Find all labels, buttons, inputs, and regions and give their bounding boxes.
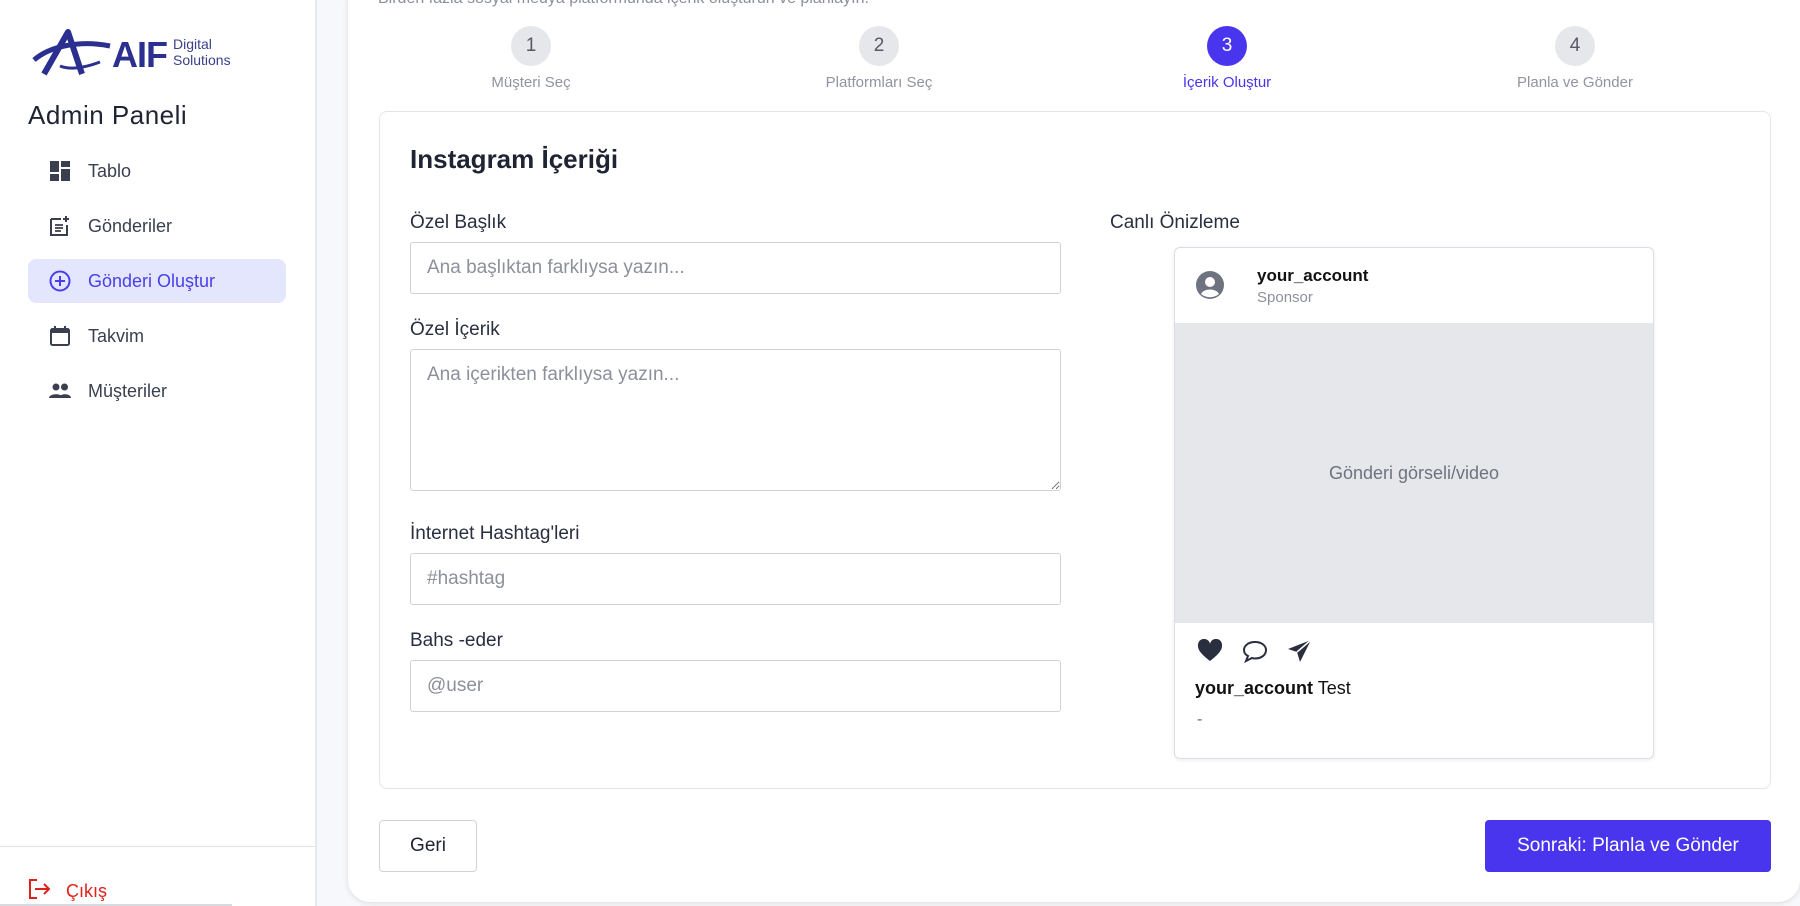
step-3[interactable]: 3 İçerik Oluştur: [1127, 26, 1327, 91]
sidebar-item-posts[interactable]: Gönderiler: [28, 204, 286, 248]
section-title: Instagram İçeriği: [410, 144, 619, 174]
custom-title-input[interactable]: [410, 242, 1061, 294]
sidebar: AIF Digital Solutions Admin Paneli Tablo…: [0, 0, 317, 906]
step-label: İçerik Oluştur: [1182, 74, 1272, 91]
hashtags-input[interactable]: [410, 553, 1061, 605]
plus-circle-icon: [48, 269, 72, 293]
sidebar-divider: [0, 846, 317, 847]
brand-subtitle-line2: Solutions: [173, 52, 231, 68]
sidebar-item-customers[interactable]: Müşteriler: [28, 369, 286, 413]
step-2[interactable]: 2 Platformları Seç: [779, 26, 979, 91]
preview-title: Canlı Önizleme: [1110, 212, 1240, 233]
step-1[interactable]: 1 Müşteri Seç: [431, 26, 631, 91]
post-add-icon: [48, 214, 72, 238]
preview-actions: [1195, 636, 1330, 666]
calendar-icon: [48, 324, 72, 348]
people-icon: [48, 379, 72, 403]
heart-icon: [1195, 636, 1225, 666]
sidebar-nav: Tablo Gönderiler Gönderi Oluştur Takvim …: [28, 149, 286, 424]
brand-logo[interactable]: AIF Digital Solutions: [30, 26, 240, 78]
brand-subtitle: Digital Solutions: [173, 36, 231, 68]
mentions-label: Bahs -eder: [410, 630, 503, 651]
sidebar-item-label: Gönderi Oluştur: [88, 270, 216, 291]
preview-sponsor-label: Sponsor: [1257, 289, 1313, 306]
dashboard-icon: [48, 159, 72, 183]
hashtags-label: İnternet Hashtag'leri: [410, 523, 580, 544]
sidebar-item-create-post[interactable]: Gönderi Oluştur: [28, 259, 286, 303]
back-button[interactable]: Geri: [379, 820, 477, 872]
instagram-preview-card: your_account Sponsor Gönderi görseli/vid…: [1174, 247, 1654, 759]
preview-extra-text: -: [1197, 711, 1203, 728]
mentions-input[interactable]: [410, 660, 1061, 712]
logout-icon: [28, 878, 52, 905]
sidebar-item-label: Gönderiler: [88, 215, 173, 236]
stepper: 1 Müşteri Seç 2 Platformları Seç 3 İçeri…: [378, 26, 1770, 96]
send-icon: [1285, 636, 1315, 666]
step-4[interactable]: 4 Planla ve Gönder: [1475, 26, 1675, 91]
step-number: 1: [511, 26, 551, 66]
avatar-icon: [1196, 271, 1224, 299]
step-number: 4: [1555, 26, 1595, 66]
logout-label: Çıkış: [66, 881, 108, 901]
sidebar-item-label: Takvim: [88, 325, 145, 346]
sidebar-item-calendar[interactable]: Takvim: [28, 314, 286, 358]
preview-media-placeholder: Gönderi görseli/video: [1175, 323, 1653, 623]
brand-name: AIF: [112, 34, 168, 75]
comment-icon: [1240, 636, 1270, 666]
preview-username: your_account: [1257, 266, 1369, 285]
custom-title-label: Özel Başlık: [410, 212, 507, 233]
caption-text: Test: [1317, 678, 1351, 698]
brand-subtitle-line1: Digital: [173, 36, 212, 52]
page-intro-text: Birden fazla sosyal medya platformunda i…: [378, 0, 869, 8]
custom-content-textarea[interactable]: [410, 349, 1061, 491]
sidebar-item-dashboard[interactable]: Tablo: [28, 149, 286, 193]
caption-username: your_account: [1195, 678, 1314, 698]
logo-swoosh-icon: [32, 29, 111, 76]
media-placeholder-text: Gönderi görseli/video: [1328, 462, 1500, 483]
preview-caption: your_account Test: [1195, 678, 1351, 699]
step-label: Planla ve Gönder: [1517, 74, 1633, 91]
custom-content-label: Özel İçerik: [410, 319, 500, 340]
logout-button[interactable]: Çıkış: [28, 878, 107, 905]
step-number: 3: [1207, 26, 1247, 66]
content-form-card: Instagram İçeriği Özel Başlık Özel İçeri…: [379, 111, 1771, 789]
step-number: 2: [859, 26, 899, 66]
sidebar-item-label: Tablo: [88, 160, 132, 181]
panel-title: Admin Paneli: [28, 100, 188, 130]
step-label: Platformları Seç: [825, 74, 933, 91]
next-button[interactable]: Sonraki: Planla ve Gönder: [1485, 820, 1771, 872]
step-label: Müşteri Seç: [491, 74, 571, 91]
sidebar-item-label: Müşteriler: [88, 380, 168, 401]
